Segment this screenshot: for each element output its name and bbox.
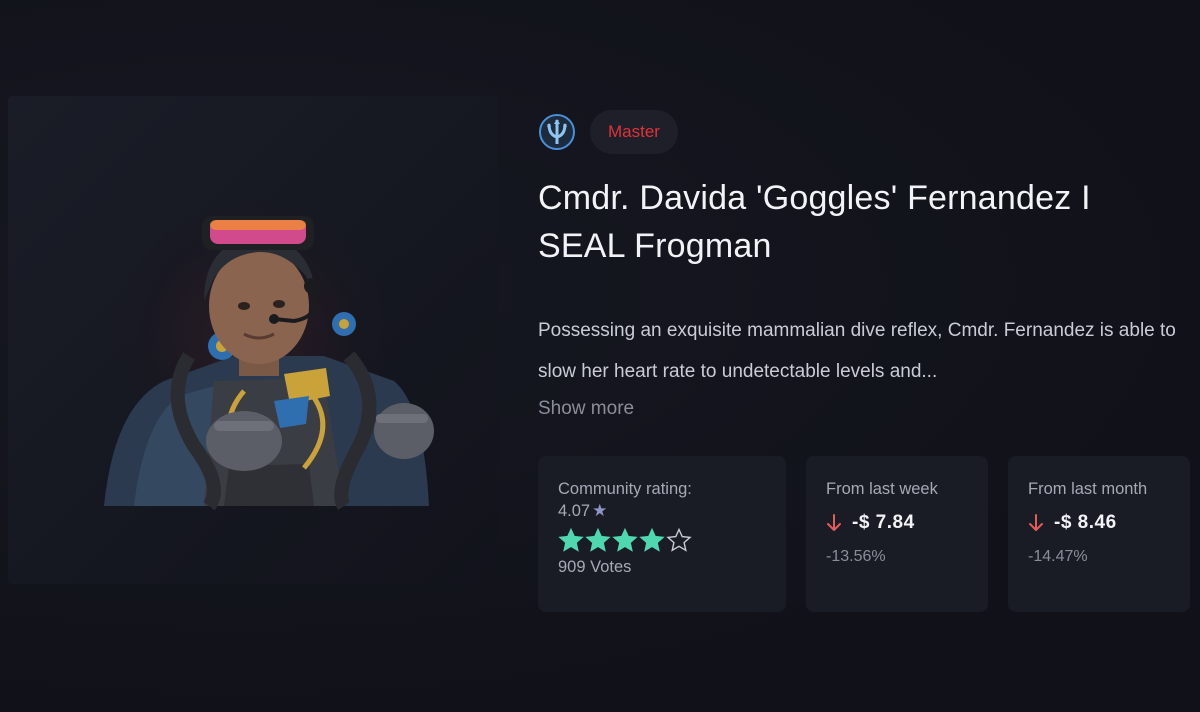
arrow-down-icon (827, 514, 841, 531)
week-change-amount: -$ 7.84 (852, 512, 915, 533)
monthly-change-card: From last month -$ 8.46 -14.47% (1008, 456, 1190, 612)
month-change-percent: -14.47% (1028, 548, 1088, 565)
month-change-row: -$ 8.46 (1028, 512, 1170, 534)
rating-star-icon[interactable] (639, 528, 665, 552)
month-label: From last month (1028, 480, 1148, 498)
rating-value: 4.07 (558, 502, 591, 520)
rarity-badge: Master (590, 110, 678, 154)
operator-meta-row: Master (538, 110, 678, 154)
rating-stars[interactable] (558, 528, 766, 552)
week-label: From last week (826, 480, 938, 498)
operator-description: Possessing an exquisite mammalian dive r… (538, 320, 1176, 382)
star-icon: ★ (592, 501, 608, 520)
operator-portrait-image (104, 216, 434, 511)
community-rating-card: Community rating: 4.07 ★ 909 Votes (538, 456, 786, 612)
rating-star-icon[interactable] (558, 528, 584, 552)
month-change-amount: -$ 8.46 (1054, 512, 1117, 533)
rating-star-icon[interactable] (666, 528, 692, 552)
rating-label: Community rating: (558, 480, 692, 498)
rating-star-icon[interactable] (612, 528, 638, 552)
show-more-link[interactable]: Show more (538, 398, 634, 420)
trident-emblem-icon (538, 113, 576, 151)
rating-star-icon[interactable] (585, 528, 611, 552)
arrow-down-icon (1029, 514, 1043, 531)
votes-count: 909 Votes (558, 558, 632, 576)
week-change-row: -$ 7.84 (826, 512, 968, 534)
operator-detail-page: Master Cmdr. Davida 'Goggles' Fernandez … (0, 0, 1200, 712)
operator-image-panel (8, 96, 498, 584)
weekly-change-card: From last week -$ 7.84 -13.56% (806, 456, 988, 612)
week-change-percent: -13.56% (826, 548, 886, 565)
rating-value-row: 4.07 ★ (558, 500, 766, 522)
operator-title: Cmdr. Davida 'Goggles' Fernandez I SEAL … (538, 179, 1091, 265)
